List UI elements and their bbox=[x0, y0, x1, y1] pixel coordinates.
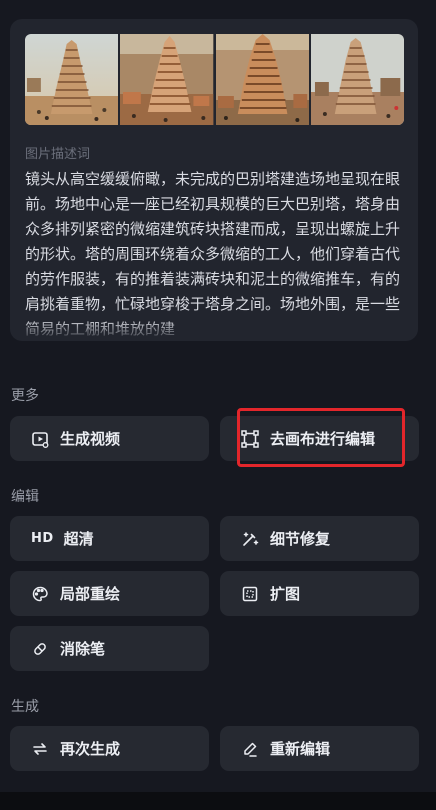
thumbnail-1[interactable] bbox=[25, 34, 119, 125]
description-body: 镜头从高空缓缓俯瞰，未完成的巴别塔建造场地呈现在眼前。场地中心是一座已经初具规模… bbox=[25, 170, 401, 338]
thumbnail-4[interactable] bbox=[310, 34, 404, 125]
super-resolution-button[interactable]: HD 超清 bbox=[10, 516, 209, 561]
section-title-generate: 生成 bbox=[11, 699, 39, 715]
description-fade bbox=[25, 319, 405, 341]
expand-image-label: 扩图 bbox=[270, 585, 301, 603]
regenerate-button[interactable]: 再次生成 bbox=[10, 726, 209, 771]
generate-video-button[interactable]: 生成视频 bbox=[10, 416, 209, 461]
detail-repair-button[interactable]: 细节修复 bbox=[220, 516, 419, 561]
detail-repair-label: 细节修复 bbox=[270, 530, 331, 548]
thumbnail-3[interactable] bbox=[215, 34, 309, 125]
eraser-label: 消除笔 bbox=[60, 640, 106, 658]
tower-image-4-icon bbox=[310, 34, 404, 125]
section-title-more: 更多 bbox=[11, 388, 39, 404]
hd-icon: HD bbox=[31, 531, 54, 546]
section-title-edit: 编辑 bbox=[11, 489, 39, 505]
image-card: 图片描述词 镜头从高空缓缓俯瞰，未完成的巴别塔建造场地呈现在眼前。场地中心是一座… bbox=[10, 19, 418, 341]
tower-image-1-icon bbox=[25, 34, 119, 125]
canvas-edit-button[interactable]: 去画布进行编辑 bbox=[220, 416, 419, 461]
image-detail-panel: 图片描述词 镜头从高空缓缓俯瞰，未完成的巴别塔建造场地呈现在眼前。场地中心是一座… bbox=[0, 0, 436, 792]
pencil-icon bbox=[241, 740, 259, 758]
expand-image-button[interactable]: 扩图 bbox=[220, 571, 419, 616]
tower-image-3-icon bbox=[215, 34, 309, 125]
canvas-edit-label: 去画布进行编辑 bbox=[270, 430, 376, 448]
refresh-icon bbox=[31, 740, 49, 758]
local-redraw-label: 局部重绘 bbox=[60, 585, 121, 603]
tower-image-2-icon bbox=[120, 34, 214, 125]
video-icon bbox=[31, 430, 49, 448]
description-label: 图片描述词 bbox=[25, 147, 91, 162]
canvas-frame-icon bbox=[241, 429, 259, 448]
regenerate-label: 再次生成 bbox=[60, 740, 121, 758]
magic-wand-icon bbox=[241, 530, 259, 548]
eraser-icon bbox=[31, 640, 49, 658]
description-text: 镜头从高空缓缓俯瞰，未完成的巴别塔建造场地呈现在眼前。场地中心是一座已经初具规模… bbox=[25, 167, 405, 341]
bottom-strip bbox=[0, 792, 436, 810]
re-edit-button[interactable]: 重新编辑 bbox=[220, 726, 419, 771]
thumbnail-strip bbox=[25, 34, 404, 125]
palette-brush-icon bbox=[31, 585, 49, 603]
generate-video-label: 生成视频 bbox=[60, 430, 121, 448]
local-redraw-button[interactable]: 局部重绘 bbox=[10, 571, 209, 616]
re-edit-label: 重新编辑 bbox=[270, 740, 331, 758]
super-resolution-label: 超清 bbox=[63, 530, 94, 548]
expand-frame-icon bbox=[241, 585, 259, 603]
eraser-button[interactable]: 消除笔 bbox=[10, 626, 209, 671]
thumbnail-2[interactable] bbox=[120, 34, 214, 125]
